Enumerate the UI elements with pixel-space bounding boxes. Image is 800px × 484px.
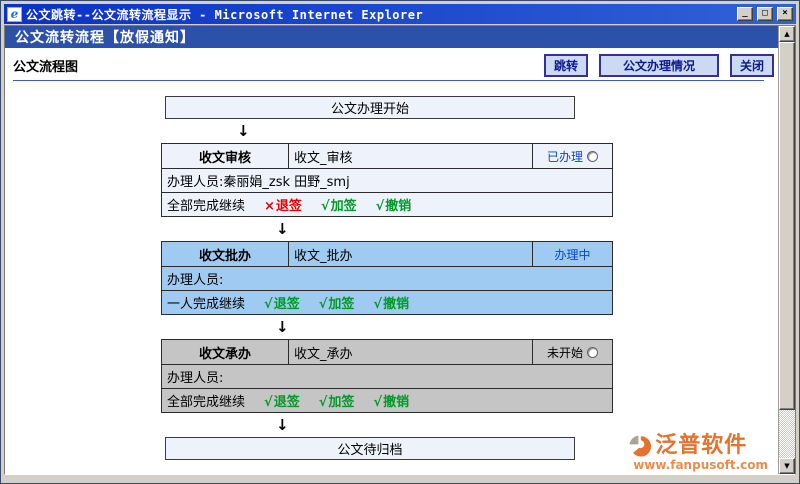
maximize-button[interactable]: □: [757, 7, 773, 21]
section-title: 公文流程图: [13, 56, 78, 75]
stage-staff-row: 办理人员:: [162, 266, 612, 290]
down-arrow-icon: ↓: [13, 217, 778, 241]
revoke-action[interactable]: √撤销: [373, 391, 409, 410]
completion-rule: 全部完成继续: [167, 391, 245, 410]
add-sign-action[interactable]: √加签: [321, 195, 357, 214]
status-radio-button[interactable]: [587, 151, 598, 162]
stage-status-cell: 已办理: [532, 144, 612, 168]
revoke-label: 撤销: [385, 199, 411, 214]
add-sign-label: 加签: [328, 297, 354, 312]
status-radio-button[interactable]: [587, 347, 598, 358]
internet-explorer-icon: e: [7, 7, 22, 22]
jump-button[interactable]: 跳转: [544, 54, 588, 77]
stage-header-row: 收文审核 收文_审核 已办理: [162, 144, 612, 168]
revoke-label: 撤销: [383, 395, 409, 410]
divider-line: [13, 80, 764, 81]
stage-status-label: 已办理: [547, 148, 583, 165]
scroll-down-icon[interactable]: ▼: [779, 458, 795, 474]
add-sign-action[interactable]: √加签: [319, 391, 355, 410]
add-sign-label: 加签: [331, 199, 357, 214]
fanpu-logo-icon: [627, 433, 653, 459]
staff-line: 办理人员:: [167, 269, 223, 288]
down-arrow-icon: ↓: [13, 315, 778, 339]
vendor-url-link[interactable]: www.fanpusoft.com: [633, 459, 768, 471]
window-title: 公文跳转--公文流转流程显示 - Microsoft Internet Expl…: [26, 6, 733, 23]
return-sign-mark-icon: ×: [264, 199, 275, 214]
flow-end-box: 公文待归档: [165, 437, 575, 460]
return-sign-mark-icon: √: [264, 395, 273, 410]
revoke-mark-icon: √: [373, 297, 382, 312]
return-sign-action[interactable]: √退签: [264, 391, 300, 410]
add-sign-mark-icon: √: [319, 395, 328, 410]
revoke-mark-icon: √: [373, 395, 382, 410]
staff-line: 办理人员:: [167, 367, 223, 386]
stage-header-row: 收文承办 收文_承办 未开始: [162, 340, 612, 364]
page-header-bar: 公文流转流程【放假通知】: [5, 26, 778, 48]
stage-name: 收文批办: [162, 242, 289, 266]
revoke-label: 撤销: [383, 297, 409, 312]
completion-rule: 全部完成继续: [167, 195, 245, 214]
close-page-button[interactable]: 关闭: [730, 54, 774, 77]
stage-rule-row: 全部完成继续 √退签 √加签 √撤销: [162, 388, 612, 412]
stage-code: 收文_审核: [289, 144, 532, 168]
add-sign-label: 加签: [328, 395, 354, 410]
add-sign-action[interactable]: √加签: [319, 293, 355, 312]
staff-line: 办理人员:秦丽娟_zsk 田野_smj: [167, 171, 350, 190]
return-sign-label: 退签: [274, 297, 300, 312]
add-sign-mark-icon: √: [321, 199, 330, 214]
flow-chart: 公文办理开始 ↓ 收文审核 收文_审核 已办理 办理人员:秦丽娟_zsk 田野_…: [5, 96, 778, 460]
stage-header-row: 收文批办 收文_批办 办理中: [162, 242, 612, 266]
vendor-name: 泛普软件: [655, 435, 747, 457]
stage-staff-row: 办理人员:: [162, 364, 612, 388]
revoke-mark-icon: √: [376, 199, 385, 214]
browser-window: e 公文跳转--公文流转流程显示 - Microsoft Internet Ex…: [0, 0, 800, 484]
completion-rule: 一人完成继续: [167, 293, 245, 312]
scrollbar-thumb[interactable]: [779, 42, 795, 410]
return-sign-label: 退签: [274, 395, 300, 410]
add-sign-mark-icon: √: [319, 297, 328, 312]
title-bar: e 公文跳转--公文流转流程显示 - Microsoft Internet Ex…: [4, 4, 796, 24]
stage-rule-row: 全部完成继续 ×退签 √加签 √撤销: [162, 192, 612, 216]
stage-review: 收文审核 收文_审核 已办理 办理人员:秦丽娟_zsk 田野_smj 全部完成继…: [161, 143, 613, 217]
return-sign-action[interactable]: √退签: [264, 293, 300, 312]
stage-status-label: 未开始: [547, 344, 583, 361]
minimize-button[interactable]: _: [737, 7, 753, 21]
stage-name: 收文承办: [162, 340, 289, 364]
toolbar: 公文流程图 跳转 公文办理情况 关闭: [5, 54, 778, 76]
vertical-scrollbar[interactable]: ▲ ▼: [778, 26, 795, 474]
stage-status-cell: 办理中: [532, 242, 612, 266]
flow-start-box: 公文办理开始: [165, 96, 575, 119]
stage-status-label: 办理中: [554, 246, 590, 263]
stage-status-cell: 未开始: [532, 340, 612, 364]
stage-name: 收文审核: [162, 144, 289, 168]
stage-approve: 收文批办 收文_批办 办理中 办理人员: 一人完成继续 √退签 √加签 √撤销: [161, 241, 613, 315]
revoke-action[interactable]: √撤销: [373, 293, 409, 312]
scrollbar-track[interactable]: [779, 42, 795, 458]
revoke-action[interactable]: √撤销: [376, 195, 412, 214]
stage-rule-row: 一人完成继续 √退签 √加签 √撤销: [162, 290, 612, 314]
scroll-up-icon[interactable]: ▲: [779, 26, 795, 42]
stage-staff-row: 办理人员:秦丽娟_zsk 田野_smj: [162, 168, 612, 192]
down-arrow-icon: ↓: [13, 119, 778, 143]
page-title: 公文流转流程【放假通知】: [15, 27, 195, 47]
stage-code: 收文_批办: [289, 242, 532, 266]
stage-undertake: 收文承办 收文_承办 未开始 办理人员: 全部完成继续 √退签 √加签: [161, 339, 613, 413]
browser-client-area: 公文流转流程【放假通知】 公文流程图 跳转 公文办理情况 关闭 公文办理开始 ↓…: [4, 25, 796, 475]
return-sign-label: 退签: [276, 199, 302, 214]
return-sign-mark-icon: √: [264, 297, 273, 312]
vendor-logo: 泛普软件 www.fanpusoft.com: [627, 433, 768, 471]
page-content: 公文流转流程【放假通知】 公文流程图 跳转 公文办理情况 关闭 公文办理开始 ↓…: [5, 26, 778, 474]
document-status-button[interactable]: 公文办理情况: [599, 54, 719, 77]
close-window-button[interactable]: ×: [777, 7, 793, 21]
stage-code: 收文_承办: [289, 340, 532, 364]
return-sign-action[interactable]: ×退签: [264, 195, 302, 214]
